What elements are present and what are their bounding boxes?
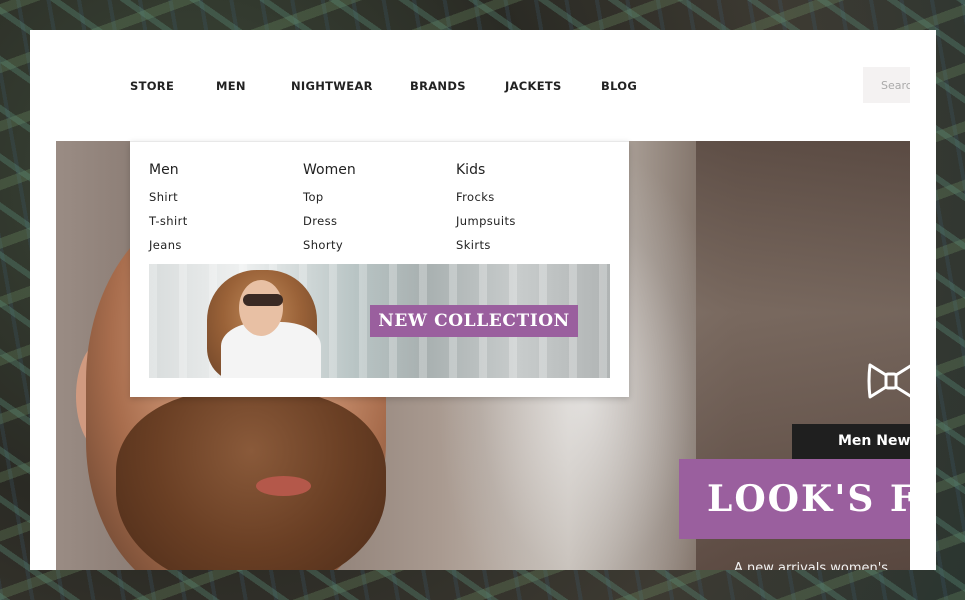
menu-link-skirts[interactable]: Skirts — [456, 238, 516, 252]
menu-link-jeans[interactable]: Jeans — [149, 238, 188, 252]
menu-link-tshirt[interactable]: T-shirt — [149, 214, 188, 228]
hero-subtitle: A new arrivals women's — [734, 561, 889, 570]
column-title: Men — [149, 162, 179, 178]
nav-item-men[interactable]: MEN — [216, 79, 246, 93]
mega-menu-column-women: Women Top Dress Shorty — [303, 162, 356, 262]
sunglasses-icon — [243, 294, 283, 306]
search-input[interactable] — [863, 67, 910, 103]
menu-link-jumpsuits[interactable]: Jumpsuits — [456, 214, 516, 228]
mega-menu-banner[interactable]: NEW COLLECTION — [149, 264, 610, 378]
hero-tag: Men New — [792, 424, 910, 459]
mega-menu-dropdown: Men Shirt T-shirt Jeans Women Top Dress … — [130, 141, 629, 397]
hero-tag-label: Men New — [838, 433, 910, 449]
column-title: Kids — [456, 162, 486, 178]
nav-item-brands[interactable]: BRANDS — [410, 79, 466, 93]
menu-link-top[interactable]: Top — [303, 190, 356, 204]
site-frame: STORE MEN NIGHTWEAR BRANDS JACKETS BLOG … — [30, 30, 936, 570]
search-box — [863, 67, 910, 103]
menu-link-frocks[interactable]: Frocks — [456, 190, 516, 204]
nav-item-jackets[interactable]: JACKETS — [505, 79, 562, 93]
menu-link-shirt[interactable]: Shirt — [149, 190, 188, 204]
nav-item-blog[interactable]: BLOG — [601, 79, 637, 93]
nav-item-store[interactable]: STORE — [130, 79, 174, 93]
hero-model-lips — [256, 476, 311, 496]
mega-menu-column-kids: Kids Frocks Jumpsuits Skirts — [456, 162, 516, 262]
nav-item-nightwear[interactable]: NIGHTWEAR — [291, 79, 373, 93]
banner-model-face — [239, 280, 283, 336]
column-title: Women — [303, 162, 356, 178]
menu-link-shorty[interactable]: Shorty — [303, 238, 356, 252]
menu-link-dress[interactable]: Dress — [303, 214, 356, 228]
hero-model-beard — [116, 391, 386, 570]
bowtie-icon — [867, 363, 910, 399]
hero-title: LOOK'S FO — [679, 459, 910, 539]
new-collection-button[interactable]: NEW COLLECTION — [370, 305, 578, 337]
mega-menu-column-men: Men Shirt T-shirt Jeans — [149, 162, 188, 262]
